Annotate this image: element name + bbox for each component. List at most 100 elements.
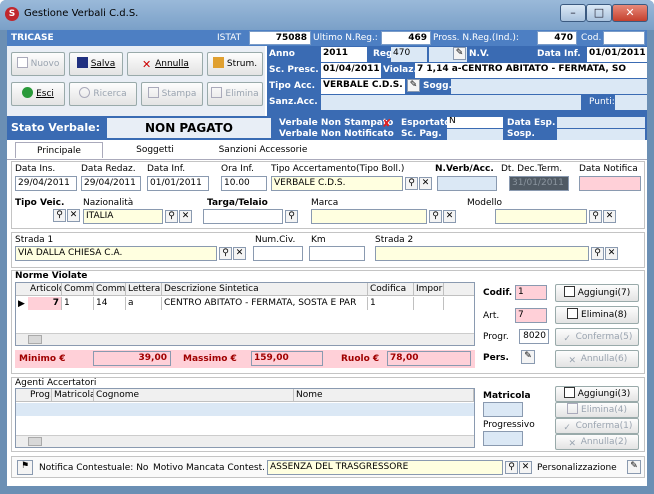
nazionalita-clear-icon[interactable]: ✕ [179,210,192,223]
nuovo-button[interactable]: Nuovo [11,52,65,76]
elimina-button[interactable]: Elimina [207,82,263,106]
strada1-clear-icon[interactable]: ✕ [233,247,246,260]
codif-field[interactable]: 1 [515,285,547,300]
modello-search-icon[interactable]: ⚲ [589,210,602,223]
data-esp-field[interactable] [557,117,645,128]
table-row[interactable]: ▶ 7 1 14 a CENTRO ABITATO - FERMATA, SOS… [16,297,474,310]
row-codifica[interactable]: 1 [368,297,414,310]
nv-icon[interactable]: ✎ [453,47,466,60]
istat-field[interactable]: 75088 [249,31,311,45]
norme-grid[interactable]: Articolo Comma Comma Lettera Descrizione… [15,282,475,346]
row-importo[interactable] [414,297,444,310]
strada1-field[interactable]: VIA DALLA CHIESA C.A. [15,246,217,261]
salva-button[interactable]: Salva [69,52,123,76]
col-descrizione[interactable]: Descrizione Sintetica [162,283,368,296]
data-inf-main-field[interactable]: 01/01/2011 [147,176,209,191]
row-descrizione[interactable]: CENTRO ABITATO - FERMATA, SOSTA E PAR [162,297,368,310]
norme-aggiungi-button[interactable]: Aggiungi(7) [555,284,639,302]
violaz-field[interactable]: 7 1,14 a-CENTRO ABITATO - FERMATA, SO [415,63,647,78]
esportato-field[interactable]: N [447,117,503,128]
col-nome[interactable]: Nome [294,389,474,402]
data-redaz-field[interactable]: 29/04/2011 [81,176,141,191]
agenti-conferma-button[interactable]: ✓ Conferma(1) [555,418,639,434]
marca-clear-icon[interactable]: ✕ [443,210,456,223]
punti-field[interactable] [615,95,647,110]
row-lettera[interactable]: a [126,297,162,310]
minimo-field[interactable]: 39,00 [93,351,171,366]
sanz-acc-field[interactable] [321,95,581,110]
notifica-icon[interactable]: ⚑ [17,460,33,475]
motivo-search-icon[interactable]: ⚲ [505,461,518,474]
modello-clear-icon[interactable]: ✕ [603,210,616,223]
ricerca-button[interactable]: Ricerca [69,82,137,106]
km-field[interactable] [309,246,365,261]
norme-annulla-button[interactable]: ✕ Annulla(6) [555,350,639,368]
nazionalita-field[interactable]: ITALIA [83,209,163,224]
close-button[interactable]: ✕ [612,4,648,22]
col-cognome[interactable]: Cognome [94,389,294,402]
matricola-field[interactable] [483,402,523,417]
strada2-search-icon[interactable]: ⚲ [591,247,604,260]
tipo-accertamento-field[interactable]: VERBALE C.D.S. [271,176,403,191]
sc-presc-field[interactable]: 01/04/2011 [321,63,381,78]
tab-sanzioni-accessorie[interactable]: Sanzioni Accessorie [207,142,319,158]
sosp-field[interactable] [557,129,645,140]
pross-field[interactable]: 470 [537,31,577,45]
col-codifica[interactable]: Codifica [368,283,414,296]
art-field[interactable]: 7 [515,308,547,323]
pers-edit-icon[interactable]: ✎ [521,350,535,364]
nverb-field[interactable] [437,176,497,191]
num-civ-field[interactable] [253,246,303,261]
sc-pag-field[interactable] [447,129,503,140]
personalizzazione-edit-icon[interactable]: ✎ [627,460,641,474]
targa-search-icon[interactable]: ⚲ [285,210,298,223]
agenti-aggiungi-button[interactable]: Aggiungi(3) [555,386,639,402]
ruolo-field[interactable]: 78,00 [387,351,471,366]
agenti-annulla-button[interactable]: ✕ Annulla(2) [555,434,639,450]
tipo-acc-clear-icon[interactable]: ✕ [419,177,432,190]
progressivo-field[interactable] [483,431,523,446]
tipo-veic-search-icon[interactable]: ⚲ [53,209,66,222]
dt-dec-field[interactable]: 31/01/2011 [509,176,569,191]
tab-principale[interactable]: Principale [15,142,103,158]
reg-field[interactable]: 470 [391,47,427,62]
tipo-acc-edit-icon[interactable]: ✎ [407,79,420,92]
tab-soggetti[interactable]: Soggetti [107,142,203,158]
massimo-field[interactable]: 159,00 [251,351,323,366]
col-articolo[interactable]: Articolo [28,283,62,296]
nazionalita-search-icon[interactable]: ⚲ [165,210,178,223]
modello-field[interactable] [495,209,587,224]
agenti-scroll-thumb[interactable] [28,437,42,446]
tipo-acc-search-icon[interactable]: ⚲ [405,177,418,190]
col-lettera[interactable]: Lettera [126,283,162,296]
agenti-elimina-button[interactable]: Elimina(4) [555,402,639,418]
agenti-hscrollbar[interactable] [16,435,474,447]
row-comma2[interactable]: 14 [94,297,126,310]
norme-conferma-button[interactable]: ✓ Conferma(5) [555,328,639,346]
tipo-veic-clear-icon[interactable]: ✕ [67,209,80,222]
cod-field[interactable] [603,31,645,45]
agenti-grid[interactable]: Prog. Matricola Cognome Nome [15,388,475,448]
data-notifica-field[interactable] [579,176,641,191]
progr-field[interactable]: 8020 [519,329,549,344]
ora-inf-field[interactable]: 10.00 [221,176,267,191]
annulla-button[interactable]: ✕ Annulla [127,52,203,76]
minimize-button[interactable]: – [560,4,586,22]
data-ins-field[interactable]: 29/04/2011 [15,176,77,191]
motivo-field[interactable]: ASSENZA DEL TRASGRESSORE [267,460,503,475]
norme-hscrollbar[interactable] [16,333,474,345]
ultimo-field[interactable]: 469 [381,31,431,45]
col-importo[interactable]: Impor [414,283,444,296]
strum-button[interactable]: Strum. [207,52,263,76]
strada2-field[interactable] [375,246,589,261]
col-matricola[interactable]: Matricola [52,389,94,402]
marca-field[interactable] [311,209,427,224]
stampa-button[interactable]: Stampa [141,82,203,106]
agenti-empty-row[interactable] [16,403,474,416]
norme-scroll-thumb[interactable] [28,335,42,344]
row-comma[interactable]: 1 [62,297,94,310]
data-inf-field[interactable]: 01/01/2011 [587,47,647,62]
col-comma2[interactable]: Comma [94,283,126,296]
strada1-search-icon[interactable]: ⚲ [219,247,232,260]
marca-search-icon[interactable]: ⚲ [429,210,442,223]
